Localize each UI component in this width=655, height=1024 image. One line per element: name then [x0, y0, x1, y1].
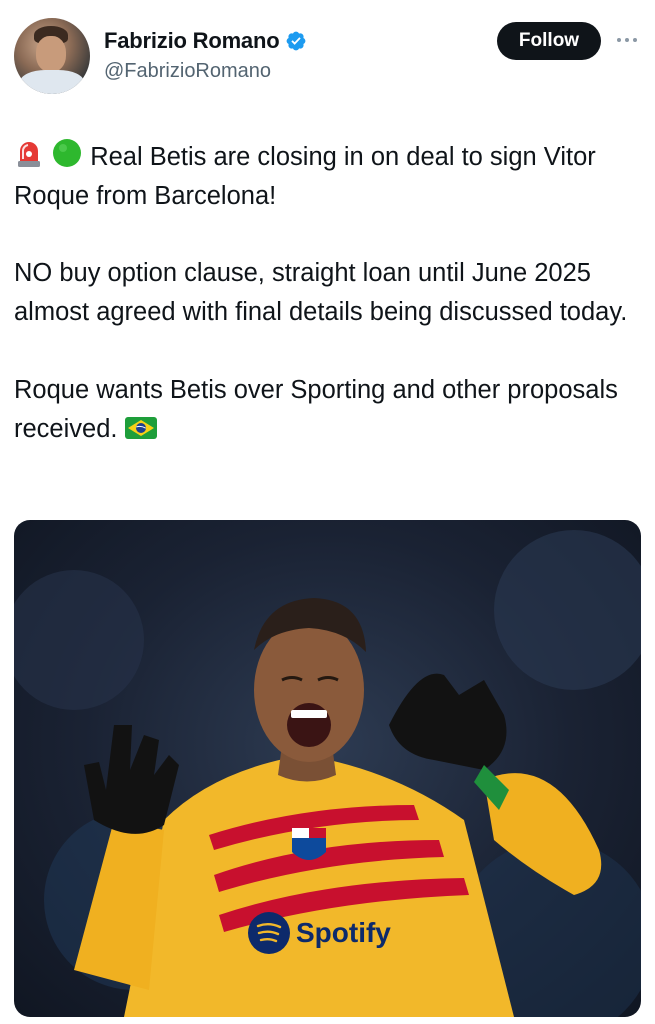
- tweet-paragraph-1: Real Betis are closing in on deal to sig…: [14, 137, 644, 216]
- tweet-paragraph-2: NO buy option clause, straight loan unti…: [14, 259, 628, 327]
- dot: [625, 38, 629, 42]
- verified-badge-icon: [287, 31, 306, 51]
- avatar-shirt: [20, 70, 84, 94]
- tweet-text: Real Betis are closing in on deal to sig…: [14, 137, 644, 448]
- player-celebration-photo: Spotify: [14, 530, 641, 1017]
- tweet-line-3: Roque wants Betis over Sporting and othe…: [14, 375, 618, 443]
- sponsor-text: Spotify: [296, 917, 391, 948]
- green-circle-icon: [53, 139, 82, 167]
- more-options-ellipsis-icon[interactable]: [612, 30, 642, 50]
- rotating-light-icon: [18, 142, 40, 167]
- dot: [633, 38, 637, 42]
- tweet-paragraph-3: Roque wants Betis over Sporting and othe…: [14, 371, 644, 449]
- author-handle[interactable]: @FabrizioRomano: [104, 60, 271, 83]
- tweet-media-photo[interactable]: Spotify: [14, 520, 641, 1017]
- brazil-flag-icon: [124, 416, 157, 439]
- tweet-line-1: Real Betis are closing in on deal to sig…: [14, 143, 596, 210]
- avatar-face: [36, 36, 66, 72]
- author-display-name[interactable]: Fabrizio Romano: [104, 28, 280, 54]
- follow-button[interactable]: Follow: [497, 22, 601, 60]
- author-name-row: Fabrizio Romano: [104, 28, 307, 54]
- author-avatar[interactable]: [14, 18, 90, 94]
- dot: [617, 38, 621, 42]
